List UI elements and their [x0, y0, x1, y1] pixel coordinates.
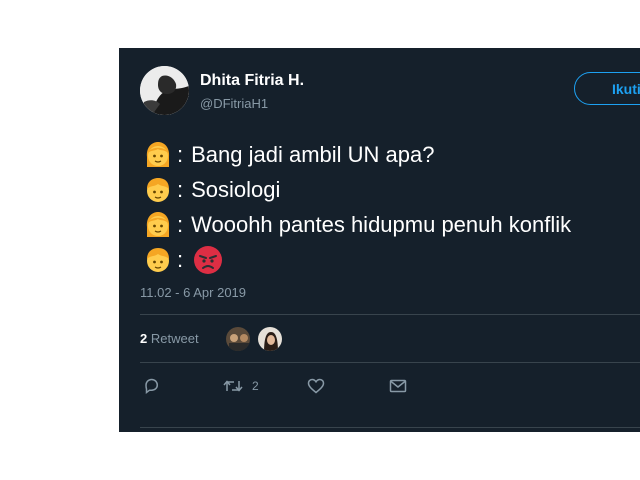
dialogue-text: Wooohh pantes hidupmu penuh konflik [191, 211, 572, 237]
dialogue-line: : Bang jadi ambil UN apa? [141, 137, 571, 172]
like-button[interactable] [307, 378, 325, 394]
dialogue-line: : Wooohh pantes hidupmu penuh konflik [141, 207, 571, 242]
colon: : [177, 211, 184, 237]
retweet-count-number: 2 [140, 331, 148, 346]
colon: : [177, 176, 184, 202]
author-handle[interactable]: @DFitriaH1 [200, 96, 268, 111]
direct-message-button[interactable] [389, 378, 407, 394]
retweet-icon [223, 380, 243, 392]
dialogue-line: : [141, 242, 571, 277]
follow-button[interactable]: Ikuti [574, 72, 640, 105]
reply-button[interactable] [143, 378, 160, 394]
retweeter-avatar[interactable] [257, 326, 283, 352]
retweet-count[interactable]: 2 Retweet [140, 331, 199, 346]
dialogue-text: Bang jadi ambil UN apa? [191, 141, 435, 167]
girl-emoji-icon [141, 138, 175, 172]
retweeter-avatar[interactable] [225, 326, 251, 352]
divider [140, 362, 640, 363]
divider [140, 427, 640, 428]
divider [140, 314, 640, 315]
colon: : [177, 246, 184, 272]
boy-emoji-icon [141, 243, 175, 277]
colon: : [177, 141, 184, 167]
heart-icon [307, 378, 325, 394]
dialogue-text: Sosiologi [191, 176, 281, 202]
girl-emoji-icon [141, 208, 175, 242]
retweet-button[interactable]: 2 [223, 378, 259, 394]
angry-face-emoji-icon [191, 243, 225, 277]
tweet-text: : Bang jadi ambil UN apa? : Sosiologi: … [141, 137, 571, 277]
dialogue-line: : Sosiologi [141, 172, 571, 207]
envelope-icon [389, 379, 407, 393]
tweet-timestamp[interactable]: 11.02 - 6 Apr 2019 [140, 285, 246, 300]
boy-emoji-icon [141, 173, 175, 207]
retweet-count-label: Retweet [150, 331, 199, 346]
author-display-name[interactable]: Dhita Fitria H. [200, 72, 304, 90]
reply-icon [145, 378, 159, 394]
tweet-card: Dhita Fitria H. @DFitriaH1 Ikuti : Bang … [119, 48, 640, 432]
author-avatar[interactable] [140, 66, 189, 115]
retweet-action-count: 2 [252, 379, 259, 393]
